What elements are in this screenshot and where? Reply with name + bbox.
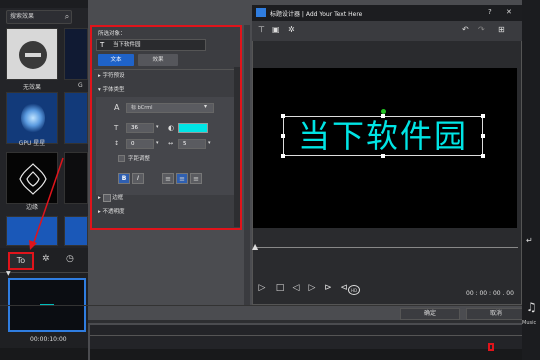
panel-splitter[interactable] bbox=[244, 25, 250, 305]
undo-icon[interactable]: ↶ bbox=[462, 25, 469, 34]
section-preset[interactable]: ▸ 字符预设 bbox=[92, 71, 238, 82]
close-icon[interactable]: ✕ bbox=[506, 8, 512, 16]
font-size-field[interactable]: 36 bbox=[126, 123, 154, 133]
char-spacing-field[interactable]: 5 bbox=[178, 139, 206, 149]
playhead-marker[interactable]: ▼ bbox=[6, 270, 11, 277]
arrow-icon[interactable]: ↵ bbox=[526, 236, 533, 245]
line-spacing-icon: ↕ bbox=[114, 140, 120, 147]
tab-effect[interactable]: 效果 bbox=[138, 54, 178, 66]
music-label: Music bbox=[522, 320, 537, 326]
right-side-strip: ↵ ♫ Music bbox=[522, 0, 540, 360]
timecode: 00 : 00 : 00 . 00 bbox=[466, 290, 514, 297]
selected-object-field[interactable]: T 当下软件园 bbox=[96, 39, 206, 51]
timeline-scrollbar[interactable] bbox=[0, 348, 90, 360]
panel-scrollbar[interactable] bbox=[234, 67, 240, 227]
play-icon[interactable]: ▷ bbox=[256, 282, 268, 294]
help-icon[interactable]: ? bbox=[488, 8, 492, 16]
char-spacing-icon: ↔ bbox=[168, 140, 174, 147]
fullscreen-icon[interactable]: HD bbox=[348, 285, 360, 295]
fill-color-swatch[interactable] bbox=[178, 123, 208, 133]
tab-text[interactable]: 文本 bbox=[98, 54, 134, 66]
insert-image-icon[interactable]: ▣ bbox=[272, 25, 280, 34]
chevron-down-icon[interactable]: ▾ bbox=[208, 140, 211, 146]
resize-handle[interactable] bbox=[481, 154, 485, 158]
color-icon: ◐ bbox=[168, 124, 175, 132]
kerning-label: 字距调整 bbox=[128, 156, 151, 162]
fast-forward-icon[interactable]: ⊳ bbox=[322, 282, 334, 294]
insert-text-icon[interactable]: ⊤ bbox=[258, 25, 265, 34]
italic-button[interactable]: I bbox=[132, 173, 144, 184]
preview-toolbar: ⊤ ▣ ✲ ↶ ↷ ⊞ bbox=[252, 21, 522, 41]
marker-indicator bbox=[488, 343, 494, 351]
redo-icon[interactable]: ↷ bbox=[478, 25, 485, 34]
font-size-icon: T bbox=[114, 124, 119, 132]
divider bbox=[0, 305, 540, 306]
section-opacity[interactable]: ▸ 不透明度 bbox=[92, 207, 238, 218]
border-checkbox[interactable] bbox=[102, 193, 111, 202]
stop-icon[interactable]: □ bbox=[274, 282, 286, 294]
kerning-checkbox[interactable] bbox=[118, 155, 125, 162]
window-title: 标题设计器 | Add Your Text Here bbox=[270, 11, 363, 18]
align-center-icon[interactable]: ≡ bbox=[176, 173, 188, 184]
preview-title-text[interactable]: 当下软件园 bbox=[283, 118, 483, 154]
track-area bbox=[90, 349, 540, 360]
scrub-handle[interactable]: ▲ bbox=[252, 242, 258, 251]
properties-panel: 所选对象： T 当下软件园 文本 效果 ▸ 字符预设 ▾ 字体类型 A 标 bC… bbox=[90, 25, 242, 230]
font-select[interactable]: 标 bCrml bbox=[126, 103, 214, 113]
timeline-ruler bbox=[90, 325, 540, 349]
music-note-icon[interactable]: ♫ bbox=[526, 300, 537, 314]
section-font-type-label: 字体类型 bbox=[102, 87, 125, 93]
scrub-bar[interactable] bbox=[256, 247, 518, 248]
chevron-down-icon[interactable]: ▾ bbox=[204, 103, 207, 110]
chevron-down-icon[interactable]: ▾ bbox=[156, 124, 159, 130]
ok-button[interactable]: 确定 bbox=[400, 308, 460, 320]
align-right-icon[interactable]: ≡ bbox=[190, 173, 202, 184]
chevron-down-icon[interactable]: ▾ bbox=[156, 140, 159, 146]
line-spacing-field[interactable]: 0 bbox=[126, 139, 154, 149]
align-left-icon[interactable]: ≡ bbox=[162, 173, 174, 184]
timeline-time: 00:00:10:00 bbox=[30, 336, 67, 343]
section-border-label: 边框 bbox=[112, 195, 124, 201]
divider bbox=[0, 272, 90, 273]
section-font-type[interactable]: ▾ 字体类型 bbox=[92, 85, 238, 96]
prev-frame-icon[interactable]: ◁ bbox=[290, 282, 302, 294]
particle-icon[interactable]: ✲ bbox=[288, 25, 295, 34]
font-icon: A bbox=[114, 103, 120, 112]
bold-button[interactable]: B bbox=[118, 173, 130, 184]
annotation-arrow bbox=[29, 157, 64, 250]
section-border[interactable]: ▸ 边框 bbox=[92, 193, 238, 204]
grid-icon[interactable]: ⊞ bbox=[498, 25, 505, 34]
preview-canvas[interactable]: 当下软件园 bbox=[253, 68, 517, 228]
bottom-scrollbar[interactable] bbox=[88, 320, 540, 323]
cancel-button[interactable]: 取消 bbox=[466, 308, 526, 320]
timeline-panel: To ✲ ◷ ▼ 00:00:10:00 bbox=[0, 248, 90, 360]
next-frame-icon[interactable]: ▷ bbox=[306, 282, 318, 294]
section-opacity-label: 不透明度 bbox=[102, 209, 125, 215]
divider bbox=[94, 69, 234, 70]
resize-handle[interactable] bbox=[281, 154, 285, 158]
text-object-icon: T bbox=[100, 41, 105, 49]
window-titlebar: 标题设计器 | Add Your Text Here ? ✕ bbox=[252, 5, 522, 21]
section-preset-label: 字符预设 bbox=[102, 73, 125, 79]
selected-object-name: 当下软件园 bbox=[113, 42, 141, 48]
app-logo-icon bbox=[256, 8, 266, 17]
